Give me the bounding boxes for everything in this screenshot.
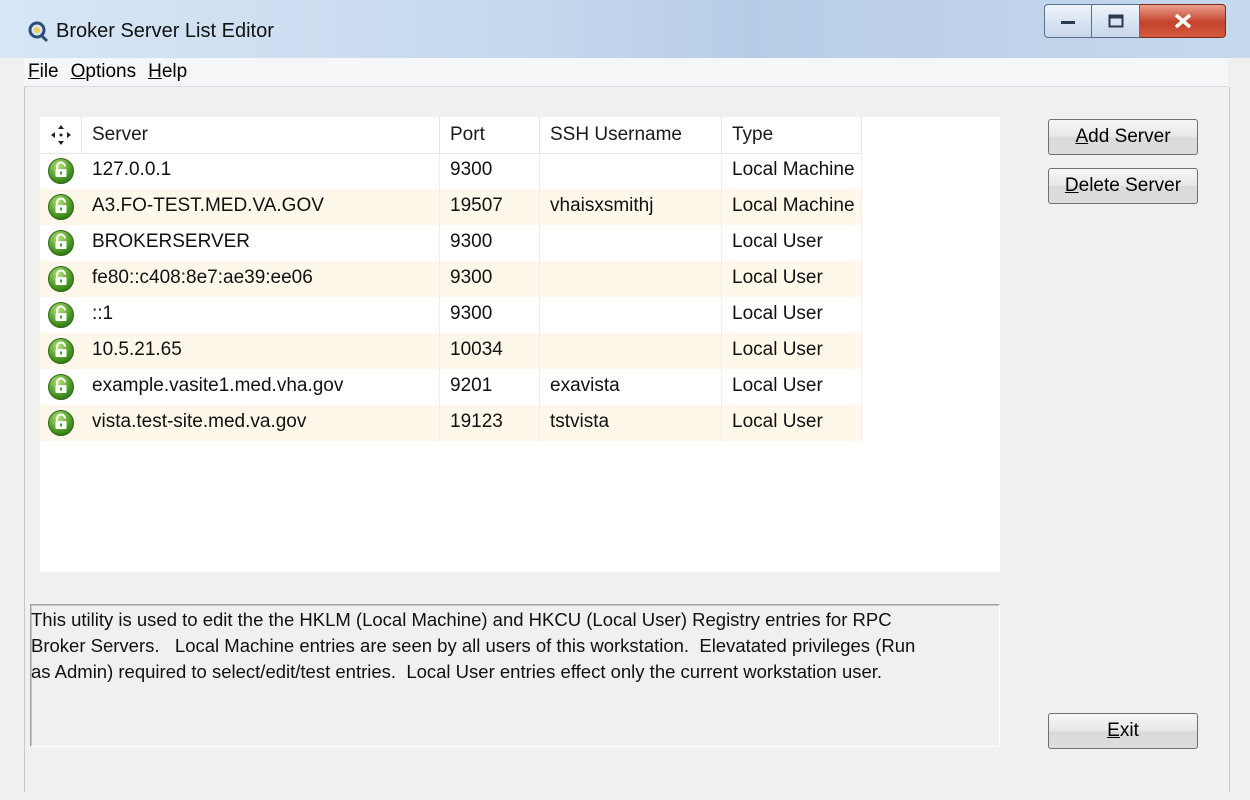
table-row[interactable]: 10.5.21.65 10034 Local User (40, 333, 862, 369)
cell-ssh-username: exavista (540, 369, 722, 405)
exit-mnemonic: E (1107, 720, 1120, 741)
add-server-mnemonic: A (1075, 126, 1089, 147)
cell-type: Local Machine (722, 153, 862, 189)
table-row[interactable]: A3.FO-TEST.MED.VA.GOV 19507 vhaisxsmithj Lo… (40, 189, 862, 225)
cell-server: A3.FO-TEST.MED.VA.GOV (82, 189, 440, 225)
cell-type: Local User (722, 333, 862, 369)
cell-ssh-username: vhaisxsmithj (540, 189, 722, 225)
app-icon (28, 21, 49, 43)
cell-type: Local User (722, 297, 862, 333)
list-header: Server Port SSH Username Type (40, 117, 862, 154)
description-panel: This utility is used to edit the the HKL… (30, 604, 1000, 747)
cell-port: 9201 (440, 369, 540, 405)
unlocked-padlock-icon (48, 266, 74, 292)
close-icon (1174, 13, 1191, 29)
table-row[interactable]: example.vasite1.med.vha.gov 9201 exavista L… (40, 369, 862, 405)
row-icon-cell (40, 189, 82, 225)
unlocked-padlock-icon (48, 410, 74, 436)
unlocked-padlock-icon (48, 194, 74, 220)
menu-help[interactable]: Help (144, 61, 195, 83)
cell-port: 10034 (440, 333, 540, 369)
window-controls (1044, 4, 1226, 38)
delete-server-button[interactable]: Delete Server (1048, 168, 1198, 204)
menu-file-label: ile (39, 61, 59, 82)
cell-port: 19507 (440, 189, 540, 225)
cell-type: Local User (722, 225, 862, 261)
minimize-icon (1061, 21, 1075, 24)
delete-server-mnemonic: D (1064, 175, 1079, 196)
description-text: This utility is used to edit the the HKL… (31, 607, 997, 685)
table-row[interactable]: ::1 9300 Local User (40, 297, 862, 333)
exit-button[interactable]: Exit (1048, 713, 1198, 749)
cell-type: Local Machine (722, 189, 862, 225)
menu-help-label: elp (161, 61, 188, 82)
cell-port: 9300 (440, 153, 540, 189)
exit-label: xit (1119, 720, 1139, 741)
minimize-button[interactable] (1044, 4, 1092, 38)
row-icon-cell (40, 297, 82, 333)
maximize-button[interactable] (1092, 4, 1140, 38)
cell-server: example.vasite1.med.vha.gov (82, 369, 440, 405)
column-header-server[interactable]: Server (82, 117, 440, 153)
cell-ssh-username: tstvista (540, 405, 722, 441)
cell-server: 127.0.0.1 (82, 153, 440, 189)
cell-server: vista.test-site.med.va.gov (82, 405, 440, 441)
table-row[interactable]: vista.test-site.med.va.gov 19123 tstvista L… (40, 405, 862, 441)
server-list[interactable]: Server Port SSH Username Type 127.0.0.1 9… (40, 117, 1000, 572)
cell-server: BROKERSERVER (82, 225, 440, 261)
cell-port: 9300 (440, 261, 540, 297)
cell-type: Local User (722, 261, 862, 297)
row-icon-cell (40, 405, 82, 441)
cell-port: 9300 (440, 297, 540, 333)
cell-ssh-username (540, 297, 722, 333)
add-server-button[interactable]: Add Server (1048, 119, 1198, 155)
maximize-icon (1108, 14, 1123, 28)
menu-options-label: ptions (85, 61, 137, 82)
row-icon-cell (40, 369, 82, 405)
table-row[interactable]: 127.0.0.1 9300 Local Machine (40, 153, 862, 189)
menu-help-mnemonic: H (148, 61, 162, 82)
window-title: Broker Server List Editor (56, 20, 274, 42)
menu-options-mnemonic: O (70, 61, 86, 82)
row-icon-cell (40, 153, 82, 189)
menu-file-mnemonic: F (28, 61, 40, 82)
close-button[interactable] (1140, 4, 1226, 38)
cell-server: 10.5.21.65 (82, 333, 440, 369)
column-header-ssh-username[interactable]: SSH Username (540, 117, 722, 153)
cell-ssh-username (540, 225, 722, 261)
unlocked-padlock-icon (48, 374, 74, 400)
delete-server-label: elete Server (1078, 175, 1182, 196)
row-icon-cell (40, 225, 82, 261)
unlocked-padlock-icon (48, 302, 74, 328)
cell-type: Local User (722, 369, 862, 405)
description-line-2: Broker Servers. Local Machine entries ar… (31, 635, 916, 656)
column-header-type[interactable]: Type (722, 117, 862, 153)
column-header-port[interactable]: Port (440, 117, 540, 153)
unlocked-padlock-icon (48, 230, 74, 256)
cell-ssh-username (540, 333, 722, 369)
cell-port: 19123 (440, 405, 540, 441)
menu-file[interactable]: File (24, 61, 67, 83)
menu-options[interactable]: Options (67, 61, 144, 83)
menu-bar: File Options Help (24, 58, 1228, 87)
column-header-icon[interactable] (40, 117, 82, 153)
unlocked-padlock-icon (48, 158, 74, 184)
cell-ssh-username (540, 261, 722, 297)
description-line-3: as Admin) required to select/edit/test e… (31, 661, 883, 682)
cell-server: fe80::c408:8e7:ae39:ee06 (82, 261, 440, 297)
add-server-label: dd Server (1088, 126, 1171, 147)
description-line-1: This utility is used to edit the the HKL… (31, 609, 892, 630)
cell-ssh-username (540, 153, 722, 189)
row-icon-cell (40, 261, 82, 297)
cell-server: ::1 (82, 297, 440, 333)
unlocked-padlock-icon (48, 338, 74, 364)
move-arrows-icon (50, 125, 71, 145)
cell-port: 9300 (440, 225, 540, 261)
table-row[interactable]: BROKERSERVER 9300 Local User (40, 225, 862, 261)
row-icon-cell (40, 333, 82, 369)
table-row[interactable]: fe80::c408:8e7:ae39:ee06 9300 Local User (40, 261, 862, 297)
cell-type: Local User (722, 405, 862, 441)
title-bar: Broker Server List Editor (0, 0, 1250, 58)
